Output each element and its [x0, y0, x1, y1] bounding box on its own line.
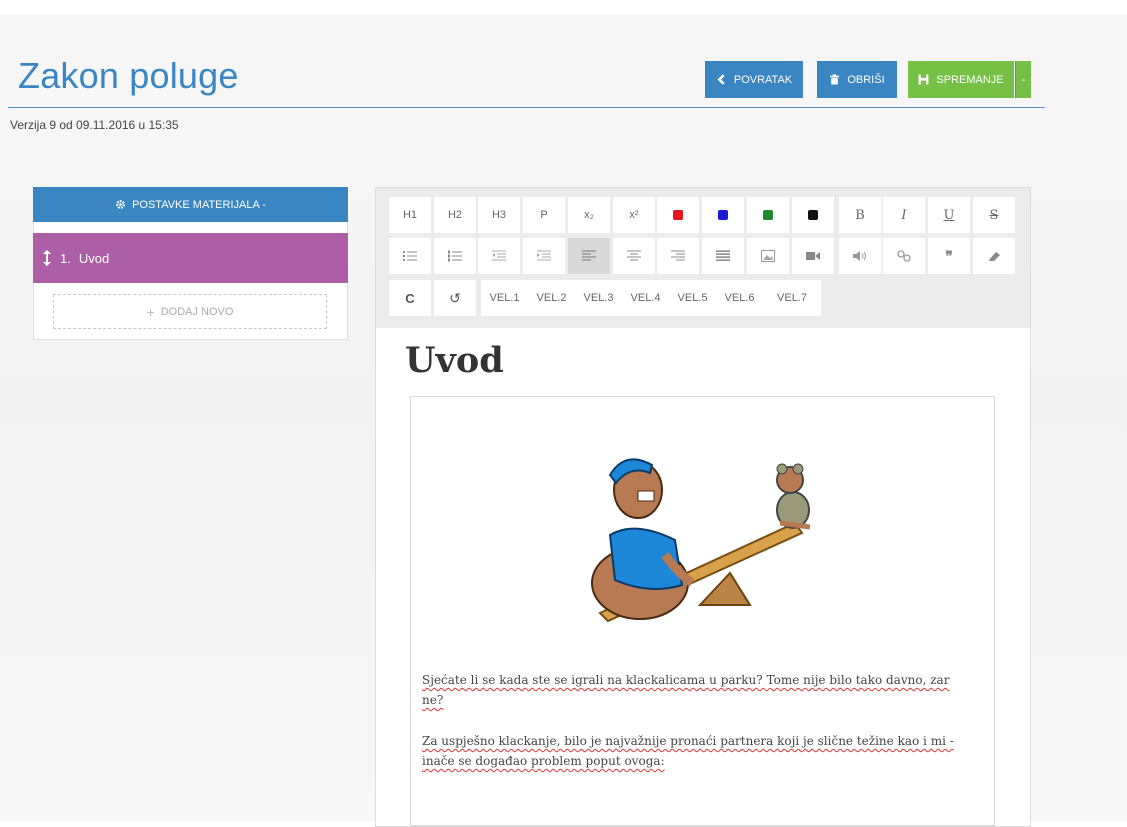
blockquote-button[interactable]: ❞: [928, 238, 970, 274]
heading2-button[interactable]: H2: [434, 197, 476, 233]
add-new-button[interactable]: + DODAJ NOVO: [53, 294, 327, 329]
audio-icon: [853, 251, 866, 261]
save-button[interactable]: SPREMANJE: [908, 61, 1014, 98]
trash-icon: [830, 74, 840, 85]
color-green-button[interactable]: [747, 197, 789, 233]
insert-image-button[interactable]: [747, 238, 789, 274]
align-center-button[interactable]: [613, 238, 655, 274]
align-right-button[interactable]: [657, 238, 699, 274]
gear-icon: [116, 200, 125, 209]
bullet-list-button[interactable]: [389, 238, 431, 274]
paragraph-1[interactable]: Sjećate li se kada ste se igrali na klac…: [422, 670, 967, 710]
red-swatch-icon: [673, 210, 683, 220]
sidebar-item-label: Uvod: [78, 250, 110, 266]
green-swatch-icon: [763, 210, 773, 220]
chevron-left-icon: [717, 74, 725, 85]
blue-swatch-icon: [718, 210, 728, 220]
numbered-list-button[interactable]: [434, 238, 476, 274]
save-icon: [918, 74, 929, 85]
indent-icon: [537, 250, 551, 261]
undo-button[interactable]: ↺: [434, 280, 476, 316]
eraser-icon: [989, 252, 1000, 261]
strikethrough-button[interactable]: S: [973, 197, 1015, 233]
size3-button[interactable]: VEL.3: [575, 280, 622, 316]
heading1-button[interactable]: H1: [389, 197, 431, 233]
align-left-button[interactable]: [568, 238, 610, 274]
size4-button[interactable]: VEL.4: [622, 280, 669, 316]
outdent-icon: [492, 250, 506, 261]
color-blue-button[interactable]: [702, 197, 744, 233]
insert-link-button[interactable]: [883, 238, 925, 274]
redo-button[interactable]: C: [389, 280, 431, 316]
title-divider: [8, 107, 1045, 108]
page-title: Zakon poluge: [18, 55, 239, 96]
size2-button[interactable]: VEL.2: [528, 280, 575, 316]
justify-icon: [716, 250, 730, 261]
plus-icon: +: [146, 303, 155, 320]
version-info: Verzija 9 od 09.11.2016 u 15:35: [10, 118, 179, 132]
delete-button[interactable]: OBRIŠI: [817, 61, 897, 98]
align-center-icon: [627, 250, 641, 261]
superscript-button[interactable]: x²: [613, 197, 655, 233]
document-heading[interactable]: Uvod: [405, 340, 504, 381]
seesaw-illustration: [591, 458, 811, 623]
outdent-button[interactable]: [478, 238, 520, 274]
quote-icon: ❞: [945, 247, 953, 264]
justify-button[interactable]: [702, 238, 744, 274]
save-button-label: SPREMANJE: [936, 73, 1004, 86]
sidebar-item-number: 1.: [60, 250, 71, 266]
insert-audio-button[interactable]: [839, 238, 881, 274]
align-right-icon: [671, 250, 685, 261]
size7-button[interactable]: VEL.7: [763, 280, 821, 316]
back-button-label: POVRATAK: [733, 73, 793, 86]
color-red-button[interactable]: [657, 197, 699, 233]
material-settings-button[interactable]: POSTAVKE MATERIJALA -: [33, 187, 348, 222]
back-button[interactable]: POVRATAK: [705, 61, 803, 98]
bullet-list-icon: [403, 251, 417, 261]
paragraph-2[interactable]: Za uspješno klackanje, bilo je najvažnij…: [422, 731, 967, 771]
align-left-icon: [582, 250, 596, 261]
size1-button[interactable]: VEL.1: [481, 280, 528, 316]
save-options-toggle[interactable]: -: [1015, 61, 1031, 98]
delete-button-label: OBRIŠI: [847, 73, 885, 86]
material-settings-label: POSTAVKE MATERIJALA -: [132, 198, 266, 211]
drag-handle-icon[interactable]: [42, 250, 52, 266]
image-icon: [761, 250, 775, 262]
indent-button[interactable]: [523, 238, 565, 274]
sidebar-item-uvod[interactable]: 1. Uvod: [33, 233, 348, 283]
size5-button[interactable]: VEL.5: [669, 280, 716, 316]
size6-button[interactable]: VEL.6: [716, 280, 763, 316]
numbered-list-icon: [448, 250, 462, 262]
underline-button[interactable]: U: [928, 197, 970, 233]
video-icon: [806, 252, 820, 260]
color-black-button[interactable]: [792, 197, 834, 233]
clear-format-button[interactable]: [973, 238, 1015, 274]
link-icon: [897, 250, 911, 262]
paragraph-button[interactable]: P: [523, 197, 565, 233]
add-new-label: DODAJ NOVO: [160, 305, 234, 318]
insert-video-button[interactable]: [792, 238, 834, 274]
italic-button[interactable]: I: [883, 197, 925, 233]
heading3-button[interactable]: H3: [478, 197, 520, 233]
bold-button[interactable]: B: [839, 197, 881, 233]
subscript-button[interactable]: x₂: [568, 197, 610, 233]
black-swatch-icon: [808, 210, 818, 220]
